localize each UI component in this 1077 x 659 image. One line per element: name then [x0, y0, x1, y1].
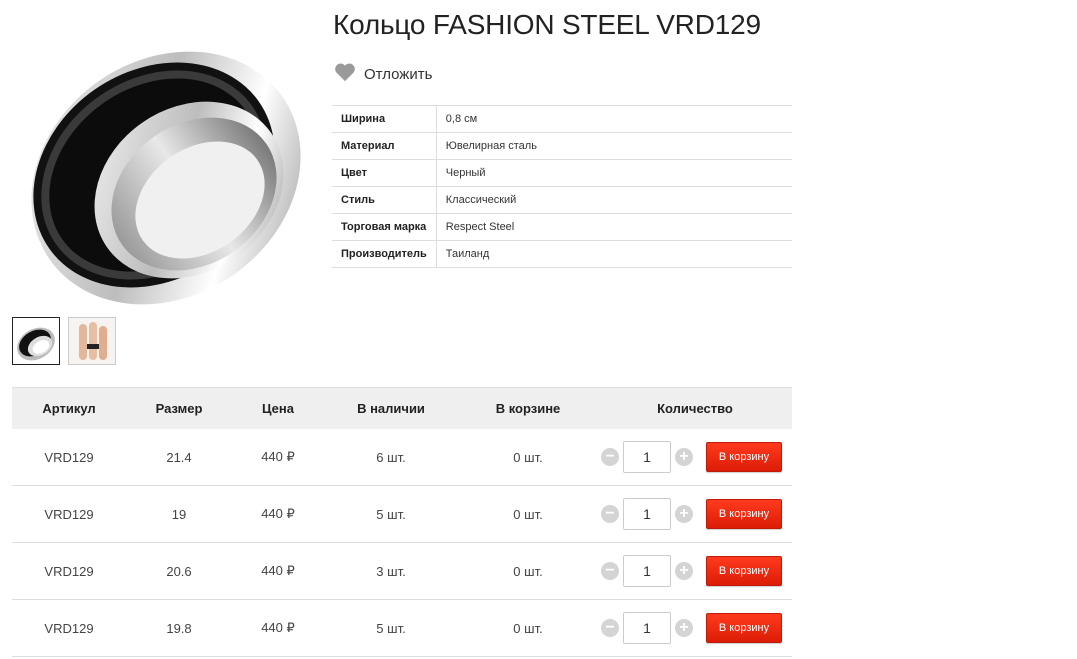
- property-name: Производитель: [332, 240, 437, 268]
- property-value: Классический: [436, 186, 792, 214]
- property-name: Стиль: [332, 186, 437, 214]
- cell-in-cart: 0 шт.: [458, 599, 598, 657]
- cell-sku: VRD129: [12, 599, 126, 657]
- column-header-sku: Артикул: [12, 387, 126, 429]
- thumbnail-strip: [12, 317, 116, 365]
- property-value: Таиланд: [436, 240, 792, 268]
- cell-in-cart: 0 шт.: [458, 542, 598, 600]
- table-row: VRD129 20.6 440 ₽ 3 шт. 0 шт. − + В корз…: [12, 542, 792, 600]
- cell-quantity: − + В корзину: [598, 485, 792, 543]
- quantity-input[interactable]: [623, 441, 671, 473]
- plus-icon[interactable]: +: [675, 505, 693, 523]
- plus-icon[interactable]: +: [675, 448, 693, 466]
- cell-stock: 6 шт.: [324, 429, 458, 486]
- cell-size: 21.4: [126, 429, 232, 486]
- quantity-input[interactable]: [623, 555, 671, 587]
- add-to-cart-button[interactable]: В корзину: [706, 442, 782, 472]
- minus-icon[interactable]: −: [601, 619, 619, 637]
- plus-icon[interactable]: +: [675, 619, 693, 637]
- property-row: Ширина 0,8 см: [332, 105, 792, 133]
- cell-price: 440 ₽: [232, 429, 324, 486]
- offers-header-row: Артикул Размер Цена В наличии В корзине …: [12, 387, 792, 429]
- property-value: Черный: [436, 159, 792, 187]
- column-header-price: Цена: [232, 387, 324, 429]
- cell-size: 19.8: [126, 599, 232, 657]
- product-main-image[interactable]: [14, 10, 314, 310]
- cell-stock: 5 шт.: [324, 599, 458, 657]
- cell-sku: VRD129: [12, 485, 126, 543]
- cell-quantity: − + В корзину: [598, 599, 792, 657]
- add-to-cart-button[interactable]: В корзину: [706, 556, 782, 586]
- add-to-cart-button[interactable]: В корзину: [706, 499, 782, 529]
- property-value: Respect Steel: [436, 213, 792, 241]
- cell-in-cart: 0 шт.: [458, 429, 598, 486]
- table-row: VRD129 21.4 440 ₽ 6 шт. 0 шт. − + В корз…: [12, 429, 792, 486]
- property-name: Материал: [332, 132, 437, 160]
- thumbnail-ring[interactable]: [12, 317, 60, 365]
- cell-sku: VRD129: [12, 542, 126, 600]
- cell-price: 440 ₽: [232, 599, 324, 657]
- cell-quantity: − + В корзину: [598, 542, 792, 600]
- cell-price: 440 ₽: [232, 485, 324, 543]
- wishlist-link[interactable]: Отложить: [334, 62, 432, 87]
- property-row: Производитель Таиланд: [332, 240, 792, 268]
- property-row: Стиль Классический: [332, 186, 792, 214]
- table-row: VRD129 19.8 440 ₽ 5 шт. 0 шт. − + В корз…: [12, 599, 792, 657]
- quantity-stepper: − + В корзину: [599, 441, 791, 473]
- plus-icon[interactable]: +: [675, 562, 693, 580]
- property-name: Ширина: [332, 105, 437, 133]
- quantity-stepper: − + В корзину: [599, 555, 791, 587]
- thumbnail-hand[interactable]: [68, 317, 116, 365]
- offers-table: Артикул Размер Цена В наличии В корзине …: [12, 387, 792, 657]
- cell-quantity: − + В корзину: [598, 429, 792, 486]
- minus-icon[interactable]: −: [601, 448, 619, 466]
- property-value: Ювелирная сталь: [436, 132, 792, 160]
- quantity-stepper: − + В корзину: [599, 498, 791, 530]
- column-header-in-cart: В корзине: [458, 387, 598, 429]
- properties-table: Ширина 0,8 см Материал Ювелирная сталь Ц…: [332, 105, 792, 268]
- property-row: Цвет Черный: [332, 159, 792, 187]
- add-to-cart-button[interactable]: В корзину: [706, 613, 782, 643]
- product-title: Кольцо FASHION STEEL VRD129: [333, 9, 761, 40]
- wishlist-label: Отложить: [364, 66, 433, 83]
- cell-in-cart: 0 шт.: [458, 485, 598, 543]
- quantity-stepper: − + В корзину: [599, 612, 791, 644]
- property-row: Торговая марка Respect Steel: [332, 213, 792, 241]
- cell-sku: VRD129: [12, 429, 126, 486]
- cell-stock: 3 шт.: [324, 542, 458, 600]
- column-header-stock: В наличии: [324, 387, 458, 429]
- cell-stock: 5 шт.: [324, 485, 458, 543]
- heart-icon: [334, 62, 356, 87]
- property-row: Материал Ювелирная сталь: [332, 132, 792, 160]
- table-row: VRD129 19 440 ₽ 5 шт. 0 шт. − + В корзин…: [12, 485, 792, 543]
- minus-icon[interactable]: −: [601, 505, 619, 523]
- quantity-input[interactable]: [623, 612, 671, 644]
- property-name: Торговая марка: [332, 213, 437, 241]
- column-header-size: Размер: [126, 387, 232, 429]
- quantity-input[interactable]: [623, 498, 671, 530]
- cell-size: 20.6: [126, 542, 232, 600]
- column-header-quantity: Количество: [598, 387, 792, 429]
- cell-price: 440 ₽: [232, 542, 324, 600]
- minus-icon[interactable]: −: [601, 562, 619, 580]
- property-name: Цвет: [332, 159, 437, 187]
- cell-size: 19: [126, 485, 232, 543]
- property-value: 0,8 см: [436, 105, 792, 133]
